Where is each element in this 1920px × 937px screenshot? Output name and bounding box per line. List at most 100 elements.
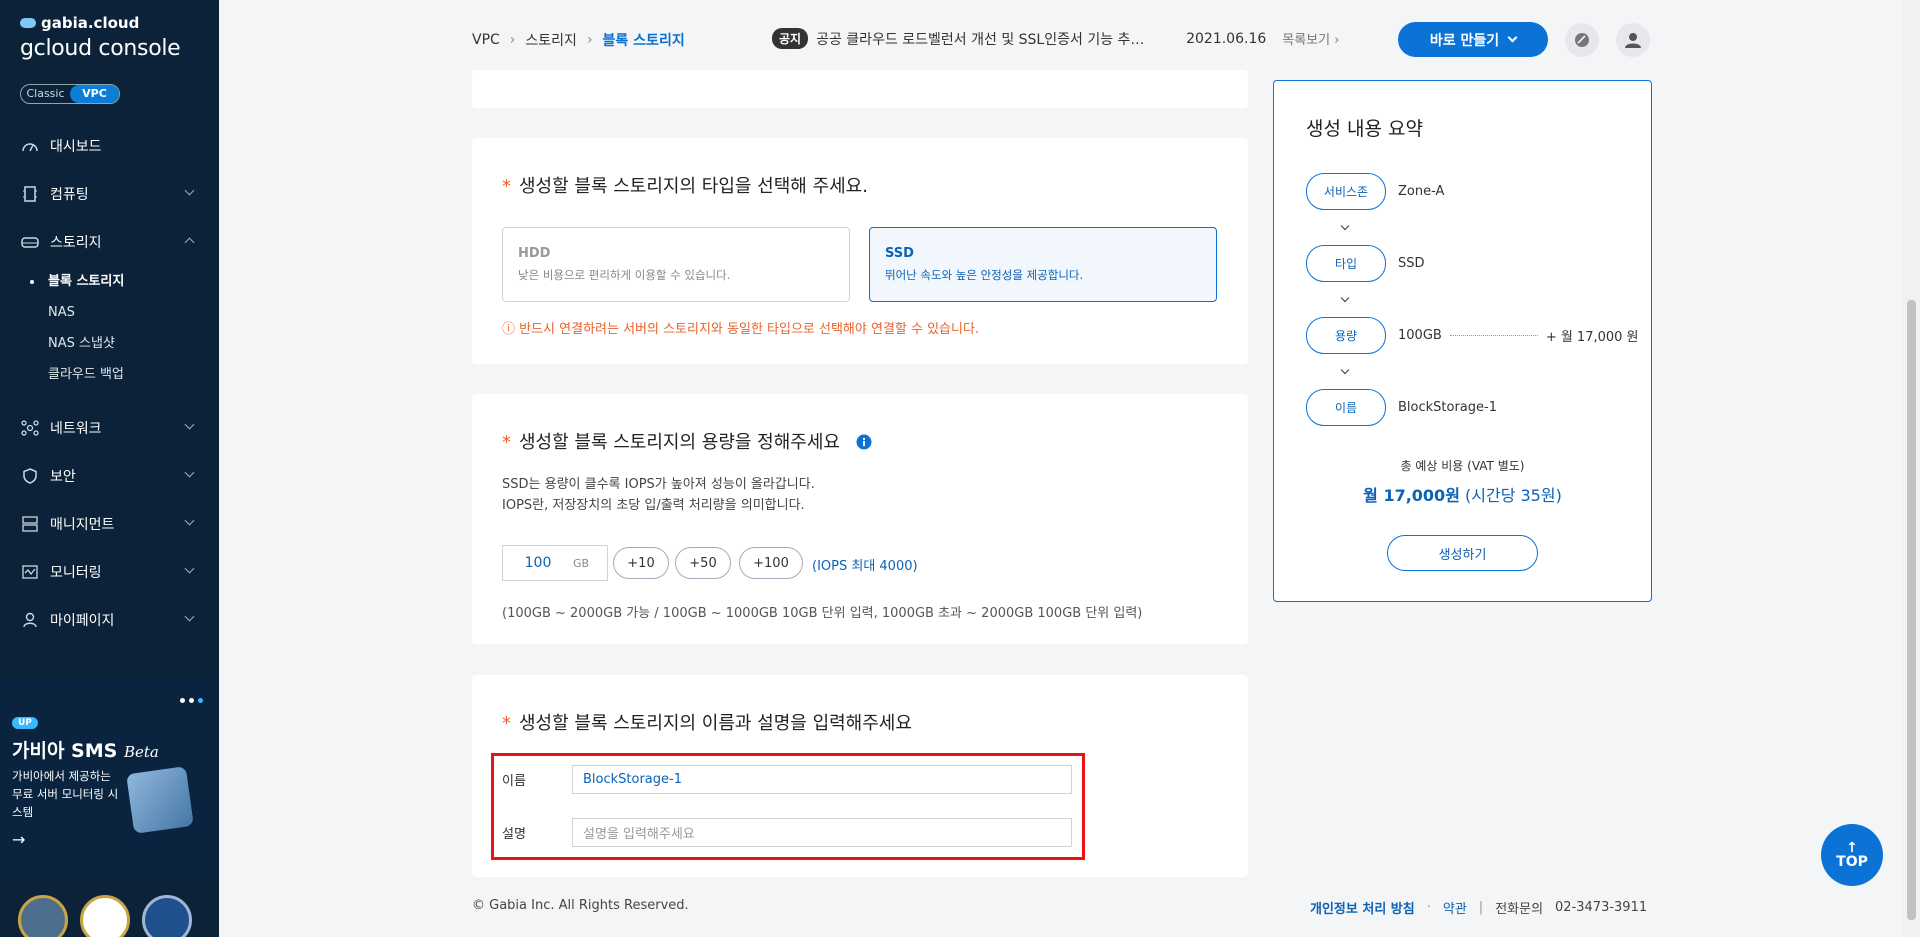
submenu-item-nas[interactable]: NAS bbox=[30, 297, 219, 328]
sidebar-item-network[interactable]: 네트워크 bbox=[0, 404, 219, 452]
sidebar-item-security[interactable]: 보안 bbox=[0, 452, 219, 500]
total-cost-label: 총 예상 비용 (VAT 별도) bbox=[1400, 459, 1525, 473]
add-50-button[interactable]: +50 bbox=[675, 547, 731, 579]
type-option-ssd[interactable]: SSD 뛰어난 속도와 높은 안정성을 제공합니다. bbox=[869, 227, 1217, 302]
name-section: * 생성할 블록 스토리지의 이름과 설명을 입력해주세요 이름 BlockSto… bbox=[472, 675, 1248, 877]
scroll-top-button[interactable]: ↑ TOP bbox=[1821, 824, 1883, 886]
chevron-down-icon bbox=[184, 467, 195, 478]
sidebar-item-label: 마이페이지 bbox=[50, 613, 115, 629]
cloud-service-badge-icon bbox=[80, 895, 130, 937]
brand-logo-small[interactable]: gabia.cloud bbox=[20, 14, 139, 32]
type-option-name: HDD bbox=[518, 246, 551, 261]
brand-logo[interactable]: gcloud console bbox=[20, 36, 181, 61]
promo-description: 가비아에서 제공하는 무료 서버 모니터링 시스템 bbox=[12, 769, 119, 819]
sidebar-item-dashboard[interactable]: 대시보드 bbox=[0, 122, 219, 170]
type-option-name: SSD bbox=[885, 246, 914, 261]
sidebar-item-label: 모니터링 bbox=[50, 565, 102, 581]
compute-icon bbox=[20, 185, 40, 203]
user-icon bbox=[20, 611, 40, 629]
name-section-title: * 생성할 블록 스토리지의 이름과 설명을 입력해주세요 bbox=[502, 713, 912, 734]
sidebar-item-mypage[interactable]: 마이페이지 bbox=[0, 596, 219, 644]
type-option-hdd[interactable]: HDD 낮은 비용으로 편리하게 이용할 수 있습니다. bbox=[502, 227, 850, 302]
type-section: * 생성할 블록 스토리지의 타입을 선택해 주세요. HDD 낮은 비용으로 편… bbox=[472, 138, 1248, 364]
promo-title: 가비아 SMS Beta bbox=[12, 740, 159, 762]
dotted-leader bbox=[1449, 335, 1538, 336]
sidebar-item-label: 네트워크 bbox=[50, 421, 102, 437]
notice-text[interactable]: 공공 클라우드 로드벨런서 개선 및 SSL인증서 기능 추… bbox=[816, 29, 1162, 49]
capacity-section: * 생성할 블록 스토리지의 용량을 정해주세요 SSD는 용량이 클수록 IOP… bbox=[472, 394, 1248, 644]
chevron-down-icon bbox=[184, 185, 195, 196]
chevron-down-icon bbox=[184, 419, 195, 430]
description-row: 설명 설명을 입력해주세요 bbox=[502, 818, 1072, 847]
quick-create-button[interactable]: 바로 만들기 bbox=[1398, 22, 1548, 57]
sidebar-item-label: 스토리지 bbox=[50, 235, 102, 251]
breadcrumb-vpc[interactable]: VPC bbox=[472, 32, 500, 48]
submenu-item-block-storage[interactable]: 블록 스토리지 bbox=[30, 266, 219, 297]
sidebar-item-storage[interactable]: 스토리지 bbox=[0, 218, 219, 266]
capacity-input[interactable]: 100 GB bbox=[502, 545, 608, 581]
breadcrumb-current: 블록 스토리지 bbox=[602, 33, 685, 49]
quick-create-label: 바로 만들기 bbox=[1429, 32, 1500, 49]
summary-row-type: 타입 SSD bbox=[1306, 245, 1425, 282]
notice-tag: 공지 bbox=[772, 28, 809, 49]
add-10-button[interactable]: +10 bbox=[613, 547, 669, 579]
network-icon bbox=[20, 419, 40, 437]
chat-icon[interactable] bbox=[1565, 23, 1599, 57]
add-100-button[interactable]: +100 bbox=[739, 547, 803, 579]
sidebar-item-monitoring[interactable]: 모니터링 bbox=[0, 548, 219, 596]
brand-small-text: gabia.cloud bbox=[41, 14, 140, 32]
sidebar-item-label: 매니지먼트 bbox=[50, 517, 115, 533]
sidebar-item-label: 컴퓨팅 bbox=[50, 187, 89, 203]
chevron-down-icon bbox=[184, 515, 195, 526]
submenu-item-cloud-backup[interactable]: 클라우드 백업 bbox=[30, 359, 219, 390]
summary-value: SSD bbox=[1398, 256, 1425, 271]
notice-bar: 공지 공공 클라우드 로드벨런서 개선 및 SSL인증서 기능 추… 2021.… bbox=[772, 28, 1339, 49]
csap-badge-icon bbox=[142, 895, 192, 937]
description-input[interactable]: 설명을 입력해주세요 bbox=[572, 818, 1072, 847]
certification-badges bbox=[18, 895, 192, 937]
mode-toggle[interactable]: Classic VPC bbox=[20, 84, 120, 104]
mode-vpc[interactable]: VPC bbox=[70, 85, 119, 103]
dashboard-icon bbox=[20, 137, 40, 155]
user-profile-icon[interactable] bbox=[1616, 23, 1650, 57]
footer-links: 개인정보 처리 방침 · 약관 | 전화문의 02-3473-3911 bbox=[1310, 898, 1647, 917]
cloud-icon bbox=[20, 18, 36, 28]
promo-banner[interactable]: UP 가비아 SMS Beta 가비아에서 제공하는 무료 서버 모니터링 시스… bbox=[0, 680, 219, 875]
summary-title: 생성 내용 요약 bbox=[1306, 118, 1423, 140]
summary-row-zone: 서비스존 Zone-A bbox=[1306, 173, 1444, 210]
contact-label: 전화문의 bbox=[1495, 902, 1544, 917]
name-input[interactable]: BlockStorage-1 bbox=[572, 765, 1072, 794]
breadcrumb: VPC › 스토리지 › 블록 스토리지 bbox=[472, 30, 685, 50]
breadcrumb-storage[interactable]: 스토리지 bbox=[525, 30, 577, 50]
sidebar-item-management[interactable]: 매니지먼트 bbox=[0, 500, 219, 548]
mode-classic[interactable]: Classic bbox=[21, 85, 70, 103]
summary-label: 이름 bbox=[1306, 389, 1386, 426]
chevron-up-icon bbox=[184, 237, 195, 248]
chevron-down-icon bbox=[1340, 293, 1350, 303]
capacity-unit: GB bbox=[573, 556, 590, 570]
submenu-item-nas-snapshot[interactable]: NAS 스냅샷 bbox=[30, 328, 219, 359]
summary-value: BlockStorage-1 bbox=[1398, 400, 1497, 415]
info-icon[interactable] bbox=[856, 434, 872, 450]
summary-row-capacity: 용량 100GB + 월 17,000 원 bbox=[1306, 317, 1639, 354]
privacy-policy-link[interactable]: 개인정보 처리 방침 bbox=[1310, 898, 1415, 917]
arrow-right-icon[interactable]: → bbox=[12, 830, 25, 849]
create-button[interactable]: 생성하기 bbox=[1387, 535, 1538, 571]
monitor-icon bbox=[20, 563, 40, 581]
summary-value: 100GB bbox=[1398, 328, 1442, 343]
carousel-dots[interactable] bbox=[180, 698, 203, 703]
sidebar-item-compute[interactable]: 컴퓨팅 bbox=[0, 170, 219, 218]
type-warning: ⓘ 반드시 연결하려는 서버의 스토리지와 동일한 타입으로 선택해야 연결할 … bbox=[502, 322, 980, 337]
capacity-value[interactable]: 100 bbox=[503, 555, 573, 571]
scrollbar-thumb[interactable] bbox=[1907, 300, 1916, 920]
chevron-down-icon bbox=[1340, 365, 1350, 375]
iops-info: (IOPS 최대 4000) bbox=[812, 559, 918, 574]
capacity-description: SSD는 용량이 클수록 IOPS가 높아져 성능이 올라갑니다. IOPS란,… bbox=[502, 477, 815, 513]
chevron-down-icon bbox=[1507, 32, 1518, 43]
sidebar-item-label: 대시보드 bbox=[50, 139, 102, 155]
name-label: 이름 bbox=[502, 774, 526, 789]
vertical-scrollbar[interactable] bbox=[1903, 0, 1920, 937]
notice-more-link[interactable]: 목록보기 › bbox=[1282, 29, 1339, 48]
promo-illustration bbox=[126, 766, 194, 834]
terms-link[interactable]: 약관 bbox=[1443, 898, 1467, 917]
